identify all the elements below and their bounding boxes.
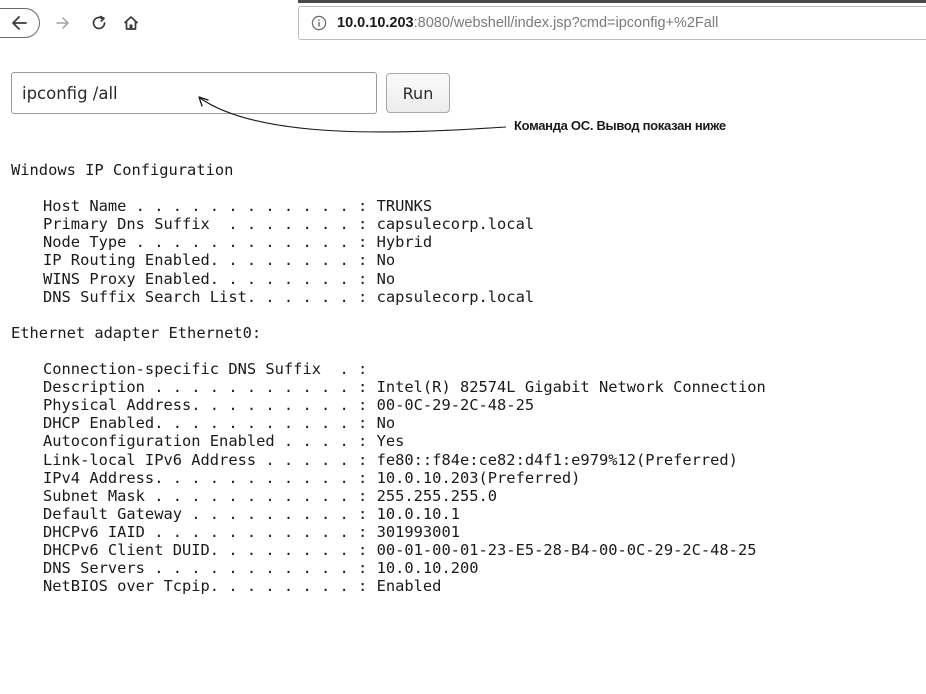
browser-toolbar: 10.0.10.203:8080/webshell/index.jsp?cmd=… <box>0 0 926 46</box>
output-row-key: DNS Servers . . . . . . . . . . . : <box>43 559 377 578</box>
output-row-value: 10.0.10.203(Preferred) <box>376 468 581 487</box>
output-row: Primary Dns Suffix . . . . . . . : capsu… <box>11 215 766 233</box>
output-row-key: IPv4 Address. . . . . . . . . . . : <box>43 468 377 487</box>
run-button[interactable]: Run <box>386 73 450 113</box>
home-button[interactable] <box>116 8 146 38</box>
output-row-key: DHCP Enabled. . . . . . . . . . . : <box>43 414 377 433</box>
url-host: 10.0.10.203 <box>337 15 414 31</box>
output-row-value: capsulecorp.local <box>376 287 535 306</box>
url-path: :8080/webshell/index.jsp?cmd=ipconfig+%2… <box>413 15 719 31</box>
output-row: NetBIOS over Tcpip. . . . . . . . : Enab… <box>11 577 766 595</box>
output-row: DHCPv6 Client DUID. . . . . . . . : 00-0… <box>11 541 766 559</box>
output-row: DHCP Enabled. . . . . . . . . . . : No <box>11 414 766 432</box>
output-row-key: Connection-specific DNS Suffix . : <box>43 360 377 379</box>
output-row-key: Subnet Mask . . . . . . . . . . . : <box>43 486 377 505</box>
output-row-value: 255.255.255.0 <box>376 486 498 505</box>
output-row: Node Type . . . . . . . . . . . . : Hybr… <box>11 233 766 251</box>
output-row: IPv4 Address. . . . . . . . . . . : 10.0… <box>11 469 766 487</box>
output-row-value: 00-01-00-01-23-E5-28-B4-00-0C-29-2C-48-2… <box>376 540 757 559</box>
adapter-header: Ethernet adapter Ethernet0: <box>11 323 262 342</box>
output-row-value: capsulecorp.local <box>376 215 535 234</box>
output-row: Subnet Mask . . . . . . . . . . . : 255.… <box>11 487 766 505</box>
output-header: Windows IP Configuration <box>11 161 234 179</box>
output-row-key: Link-local IPv6 Address . . . . . : <box>43 450 377 469</box>
output-row: Connection-specific DNS Suffix . : <box>11 360 766 378</box>
output-row-key: WINS Proxy Enabled. . . . . . . . : <box>43 269 377 288</box>
output-row: Description . . . . . . . . . . . : Inte… <box>11 378 766 396</box>
back-button[interactable] <box>0 8 40 38</box>
output-row: DHCPv6 IAID . . . . . . . . . . . : 3019… <box>11 523 766 541</box>
reload-button[interactable] <box>84 8 114 38</box>
command-output: Windows IP Configuration Host Name . . .… <box>11 161 766 595</box>
forward-button[interactable] <box>48 8 78 38</box>
output-row-value: Intel(R) 82574L Gigabit Network Connecti… <box>376 378 766 397</box>
home-icon <box>123 16 139 30</box>
output-row: DNS Servers . . . . . . . . . . . : 10.0… <box>11 559 766 577</box>
output-row-value: No <box>376 269 396 288</box>
output-row: IP Routing Enabled. . . . . . . . : No <box>11 251 766 269</box>
output-row-key: DHCPv6 IAID . . . . . . . . . . . : <box>43 522 377 541</box>
output-row-value: Enabled <box>376 577 442 596</box>
output-row-value: No <box>376 251 396 270</box>
arrow-right-icon <box>56 17 69 29</box>
output-row-value: No <box>376 414 396 433</box>
arrow-left-icon <box>11 16 27 30</box>
output-row: Physical Address. . . . . . . . . : 00-0… <box>11 396 766 414</box>
output-row-key: IP Routing Enabled. . . . . . . . : <box>43 251 377 270</box>
output-row: Default Gateway . . . . . . . . . : 10.0… <box>11 505 766 523</box>
output-row-key: Description . . . . . . . . . . . : <box>43 378 377 397</box>
output-row-key: NetBIOS over Tcpip. . . . . . . . : <box>43 577 377 596</box>
output-row-value: TRUNKS <box>376 197 433 216</box>
tab-indicator <box>298 0 926 3</box>
output-row-key: DNS Suffix Search List. . . . . . : <box>43 287 377 306</box>
output-row: DNS Suffix Search List. . . . . . : caps… <box>11 288 766 306</box>
output-row-key: Autoconfiguration Enabled . . . . : <box>43 432 377 451</box>
url-bar[interactable]: 10.0.10.203:8080/webshell/index.jsp?cmd=… <box>298 6 926 40</box>
output-row-key: Primary Dns Suffix . . . . . . . : <box>43 215 377 234</box>
output-row-value: 10.0.10.200 <box>376 559 479 578</box>
output-row-key: Default Gateway . . . . . . . . . : <box>43 504 377 523</box>
output-row-key: Host Name . . . . . . . . . . . . : <box>43 197 377 216</box>
annotation-label: Команда ОС. Вывод показан ниже <box>514 118 726 133</box>
output-row-key: DHCPv6 Client DUID. . . . . . . . : <box>43 540 377 559</box>
output-row-value: fe80::f84e:ce82:d4f1:e979%12(Preferred) <box>376 450 738 469</box>
output-row-value: Yes <box>376 432 405 451</box>
output-row: WINS Proxy Enabled. . . . . . . . : No <box>11 270 766 288</box>
output-row-value: 00-0C-29-2C-48-25 <box>376 396 535 415</box>
output-row-value: 301993001 <box>376 522 460 541</box>
output-row: Link-local IPv6 Address . . . . . : fe80… <box>11 451 766 469</box>
info-icon[interactable] <box>311 15 327 31</box>
reload-icon <box>92 15 106 30</box>
command-input[interactable] <box>11 72 377 114</box>
output-row: Host Name . . . . . . . . . . . . : TRUN… <box>11 197 766 215</box>
output-row-value: 10.0.10.1 <box>376 504 460 523</box>
output-row-key: Physical Address. . . . . . . . . : <box>43 396 377 415</box>
output-row-key: Node Type . . . . . . . . . . . . : <box>43 233 377 252</box>
output-row-value: Hybrid <box>376 233 433 252</box>
output-row: Autoconfiguration Enabled . . . . : Yes <box>11 432 766 450</box>
